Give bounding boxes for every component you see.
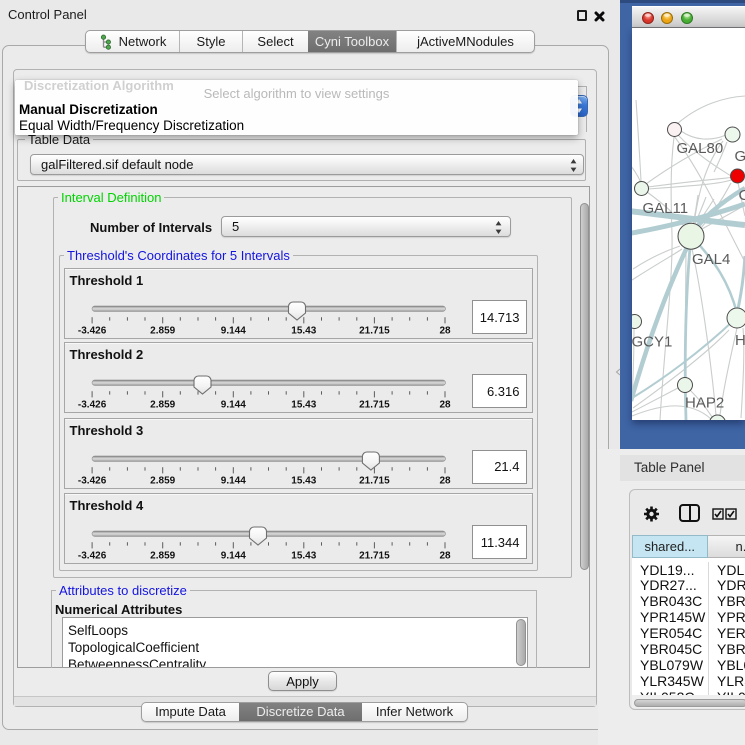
svg-text:-3.426: -3.426 [77, 475, 106, 486]
svg-text:28: 28 [439, 326, 451, 337]
svg-text:21.715: 21.715 [359, 400, 390, 411]
svg-text:28: 28 [439, 475, 451, 486]
svg-text:-3.426: -3.426 [77, 400, 106, 411]
svg-text:9.144: 9.144 [220, 400, 245, 411]
svg-text:9.144: 9.144 [220, 326, 245, 337]
svg-text:C: C [739, 187, 745, 204]
svg-text:2.859: 2.859 [150, 475, 175, 486]
svg-text:9.144: 9.144 [220, 475, 245, 486]
svg-text:GAL11: GAL11 [643, 200, 689, 217]
svg-text:GCY1: GCY1 [632, 334, 672, 351]
svg-text:2.859: 2.859 [150, 400, 175, 411]
svg-text:28: 28 [439, 400, 451, 411]
svg-text:15.43: 15.43 [291, 400, 316, 411]
svg-text:HAP2: HAP2 [685, 395, 724, 412]
svg-text:9.144: 9.144 [220, 551, 245, 562]
svg-text:H: H [735, 332, 745, 349]
svg-text:21.715: 21.715 [359, 475, 390, 486]
svg-text:15.43: 15.43 [291, 326, 316, 337]
svg-text:28: 28 [439, 551, 451, 562]
svg-text:G.: G. [735, 148, 745, 165]
svg-text:15.43: 15.43 [291, 475, 316, 486]
svg-text:2.859: 2.859 [150, 551, 175, 562]
svg-text:15.43: 15.43 [291, 551, 316, 562]
svg-text:21.715: 21.715 [359, 551, 390, 562]
svg-text:21.715: 21.715 [359, 326, 390, 337]
svg-text:-3.426: -3.426 [77, 326, 106, 337]
svg-text:GAL80: GAL80 [677, 140, 724, 157]
svg-text:-3.426: -3.426 [77, 551, 106, 562]
svg-text:GAL4: GAL4 [692, 251, 730, 268]
svg-text:2.859: 2.859 [150, 326, 175, 337]
